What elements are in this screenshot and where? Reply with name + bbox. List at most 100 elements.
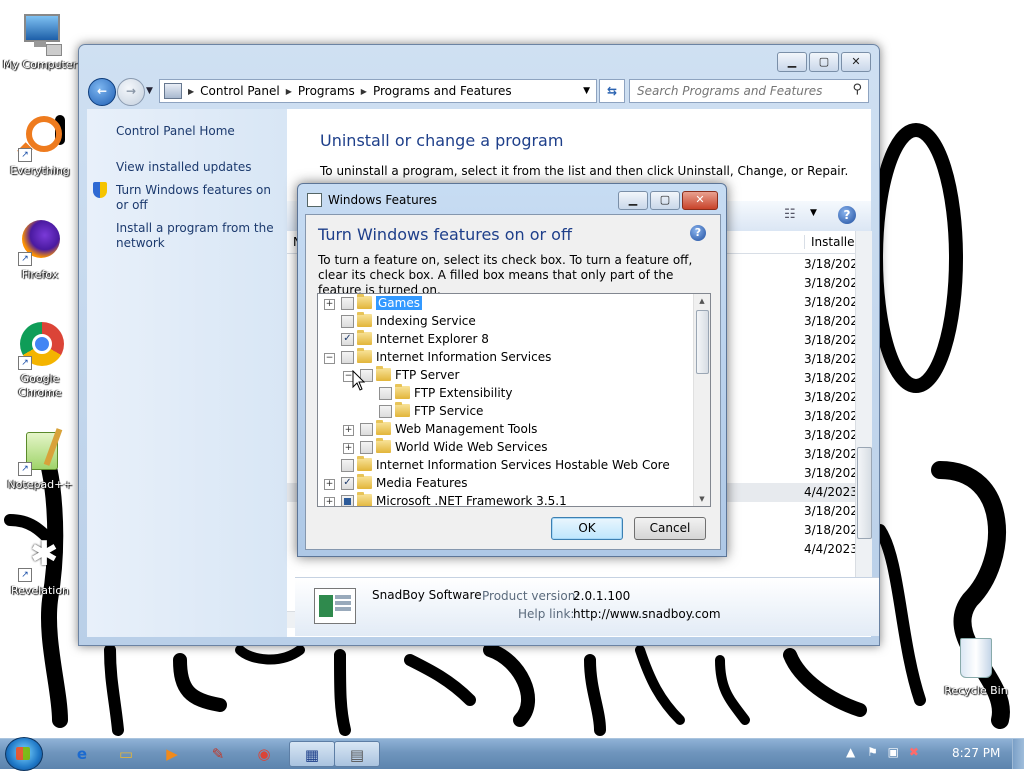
action-center-flag-icon[interactable]: ⚑ [867,745,878,759]
search-input[interactable] [635,80,839,102]
help-icon[interactable]: ? [838,206,856,224]
turn-windows-features-link[interactable]: Turn Windows features on or off [116,183,276,213]
feature-label[interactable]: FTP Extensibility [414,386,512,400]
search-icon[interactable]: ⚲ [852,82,862,97]
feature-label[interactable]: FTP Service [414,404,483,418]
feature-label[interactable]: World Wide Web Services [395,440,548,454]
folder-icon [357,492,372,506]
feature-checkbox[interactable] [341,351,354,364]
expand-icon[interactable]: + [324,497,335,506]
forward-button[interactable]: → [117,78,145,106]
desktop-icon-firefox[interactable]: ↗ Firefox [0,218,80,282]
search-box[interactable]: ⚲ [629,79,869,103]
scroll-up-icon[interactable]: ▲ [694,294,710,308]
maximize-button[interactable]: ▢ [809,52,839,72]
show-hidden-icons-icon[interactable]: ▲ [846,745,855,759]
feature-label[interactable]: Internet Explorer 8 [376,332,489,346]
media-player-icon[interactable]: ▶ [150,741,194,767]
desktop-icon-recycle-bin[interactable]: Recycle Bin [944,638,1008,697]
expand-icon[interactable]: + [343,425,354,436]
control-panel-icon [164,83,182,99]
feature-label[interactable]: Internet Information Services [376,350,551,364]
breadcrumb-control-panel[interactable]: Control Panel [194,84,286,98]
program-list-vertical-scrollbar[interactable] [855,231,872,611]
scrollbar-thumb[interactable] [857,447,872,539]
recent-pages-dropdown[interactable]: ▼ [146,86,153,96]
feature-label[interactable]: Internet Information Services Hostable W… [376,458,670,472]
computer-icon [16,8,64,56]
feature-checkbox[interactable] [360,441,373,454]
feature-label[interactable]: Media Features [376,476,467,490]
taskbar-clock[interactable]: 8:27 PM [952,746,1000,760]
paint-icon[interactable]: ✎ [196,741,240,767]
feature-tree-scrollbar[interactable]: ▲ ▼ [693,294,710,506]
help-icon[interactable]: ? [690,225,706,241]
volume-muted-icon[interactable]: ✖ [909,745,919,759]
install-from-network-link[interactable]: Install a program from the network [116,221,276,251]
feature-checkbox[interactable] [341,495,354,506]
recycle-bin-icon [960,638,992,678]
chrome-icon[interactable]: ◉ [242,741,286,767]
feature-checkbox[interactable] [341,315,354,328]
windows-features-icon[interactable]: ▤ [334,741,380,767]
desktop-icon-everything[interactable]: ↗ Everything [0,114,80,178]
feature-checkbox[interactable] [341,459,354,472]
expand-icon[interactable]: + [343,443,354,454]
installed-date: 4/4/2023 [804,485,858,499]
dialog-close-button[interactable]: ✕ [682,191,718,210]
desktop-icon-revelation[interactable]: ✱ ↗ Revelation [0,534,80,598]
feature-tree[interactable]: + Microsoft .NET Framework 3.5.1 + ✓ Media F… [317,293,711,507]
shortcut-arrow-icon: ↗ [18,356,32,370]
view-options-icon[interactable]: ☷ [784,207,796,222]
breadcrumb-programs[interactable]: Programs [292,84,361,98]
close-button[interactable]: ✕ [841,52,871,72]
dialog-minimize-button[interactable]: ▁ [618,191,648,210]
scrollbar-thumb[interactable] [696,310,709,374]
desktop-icon-label: Firefox [21,268,59,281]
view-installed-updates-link[interactable]: View installed updates [116,160,276,175]
collapse-icon[interactable]: − [324,353,335,364]
feature-label[interactable]: Games [376,296,422,310]
control-panel-home-link[interactable]: Control Panel Home [116,124,276,139]
help-link-value[interactable]: http://www.snadboy.com [573,607,721,621]
minimize-button[interactable]: ▁ [777,52,807,72]
feature-label[interactable]: Microsoft .NET Framework 3.5.1 [376,494,567,506]
view-dropdown-icon[interactable]: ▼ [810,208,817,218]
shield-icon [93,182,107,198]
feature-checkbox[interactable]: ✓ [341,477,354,490]
ok-button[interactable]: OK [551,517,623,540]
feature-checkbox[interactable] [379,405,392,418]
internet-explorer-icon[interactable]: e [60,741,104,767]
taskbar: e ▭ ▶ ✎ ◉ ▦ ▤ ▲ ⚑ ▣ ✖ 8:27 PM [0,737,1024,771]
show-desktop-button[interactable] [1012,739,1024,769]
desktop-icon-label: Notepad++ [7,478,73,491]
address-bar[interactable]: ▶ Control Panel ▶ Programs ▶ Programs an… [159,79,597,103]
network-icon[interactable]: ▣ [888,745,899,759]
desktop-icon-google-chrome[interactable]: ↗ Google Chrome [0,322,80,400]
windows-features-icon [307,193,322,207]
chrome-icon: ↗ [16,322,64,370]
dialog-maximize-button[interactable]: ▢ [650,191,680,210]
feature-checkbox[interactable]: ✓ [341,333,354,346]
back-button[interactable]: ← [88,78,116,106]
expand-icon[interactable]: + [324,299,335,310]
address-dropdown-icon[interactable]: ▼ [583,86,590,96]
breadcrumb-programs-and-features[interactable]: Programs and Features [367,84,518,98]
feature-label[interactable]: Web Management Tools [395,422,537,436]
feature-label[interactable]: FTP Server [395,368,459,382]
cancel-button[interactable]: Cancel [634,517,706,540]
everything-icon: ↗ [16,114,64,162]
feature-label[interactable]: Indexing Service [376,314,476,328]
refresh-button[interactable]: ⇆ [599,79,625,103]
start-button[interactable] [5,737,43,771]
feature-checkbox[interactable] [379,387,392,400]
scroll-down-icon[interactable]: ▼ [694,492,710,506]
control-panel-icon[interactable]: ▦ [289,741,335,767]
desktop-icon-notepadpp[interactable]: ↗ Notepad++ [0,428,80,492]
feature-checkbox[interactable] [360,423,373,436]
feature-checkbox[interactable] [341,297,354,310]
expand-icon[interactable]: + [324,479,335,490]
shortcut-arrow-icon: ↗ [18,568,32,582]
windows-explorer-icon[interactable]: ▭ [104,741,148,767]
desktop-icon-my-computer[interactable]: My Computer [0,8,80,72]
